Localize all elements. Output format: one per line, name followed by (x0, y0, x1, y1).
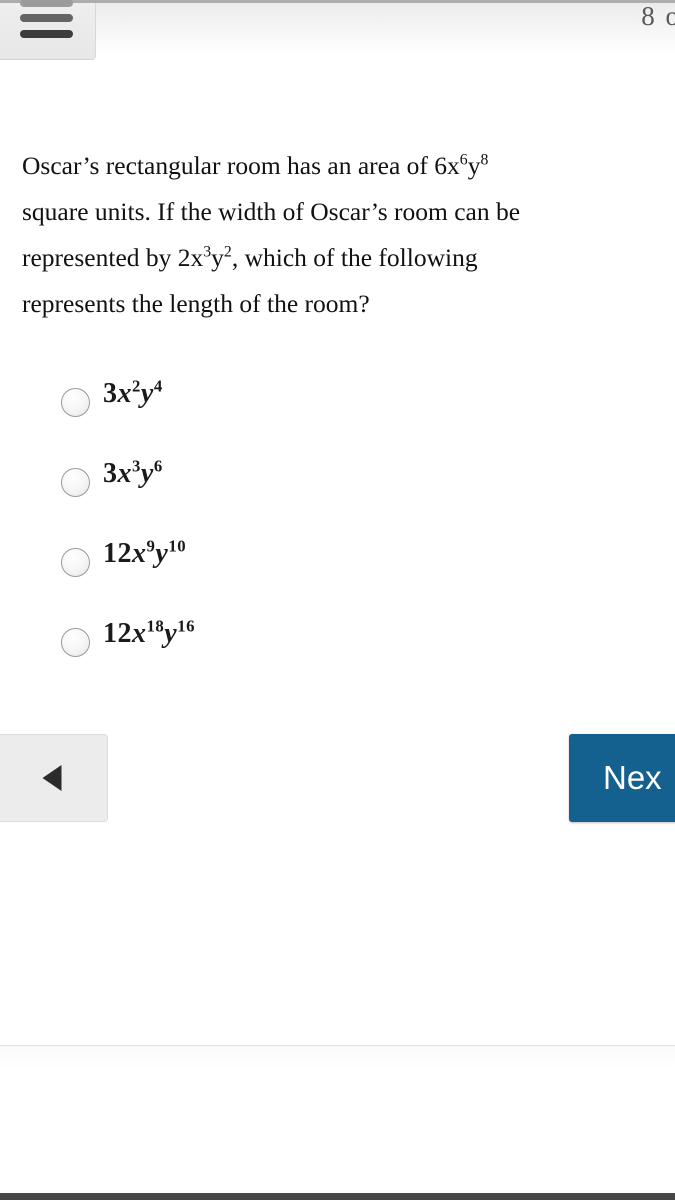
answer-d-base-1: x (132, 618, 147, 649)
question-line-1-pre: Oscar’s rectangular room has an area of … (22, 151, 460, 180)
answer-c-base-1: x (132, 538, 147, 569)
answer-option-b[interactable]: 3x3y6 (0, 454, 675, 534)
bottom-system-bar (0, 1193, 675, 1200)
answer-options-list: 3x2y4 3x3y6 12x9y10 12x18y16 (0, 374, 675, 694)
previous-question-button[interactable] (0, 734, 108, 822)
answer-b-exp-2: 6 (153, 456, 163, 476)
hamburger-bar-top (20, 0, 73, 7)
answer-c-exp-2: 10 (168, 536, 187, 556)
answer-label-a: 3x2y4 (103, 378, 163, 410)
next-button-label: Nex (603, 759, 662, 796)
question-line-3-post: , which of the following (231, 243, 478, 272)
answer-d-exp-1: 18 (146, 616, 165, 636)
quiz-screen: 8 o Oscar’s rectangular room has an area… (0, 0, 675, 1200)
answer-option-a[interactable]: 3x2y4 (0, 374, 675, 454)
answer-a-base-2: y (140, 378, 154, 409)
answer-d-base-2: y (164, 618, 178, 649)
answer-a-base-1: x (117, 378, 132, 409)
content-divider-band (0, 1046, 675, 1068)
question-line-1-mid: y (467, 151, 481, 180)
question-line-3-exp-2: 2 (223, 243, 232, 261)
answer-d-exp-2: 16 (177, 616, 195, 636)
radio-button-c[interactable] (61, 548, 90, 577)
question-counter: 8 o (641, 1, 675, 31)
question-line-4: represents the length of the room? (22, 289, 370, 318)
question-line-3-exp-1: 3 (203, 243, 212, 261)
question-line-1: Oscar’s rectangular room has an area of … (22, 143, 675, 189)
app-header: 8 o (0, 0, 675, 60)
answer-b-coefficient: 3 (103, 458, 118, 489)
question-line-3: represented by 2x3y2, which of the follo… (22, 235, 675, 281)
next-question-button[interactable]: Nex (569, 734, 675, 822)
radio-button-b[interactable] (61, 468, 90, 497)
answer-b-exp-1: 3 (132, 456, 141, 476)
radio-button-d[interactable] (61, 628, 90, 657)
answer-b-base-1: x (117, 458, 132, 489)
radio-button-a[interactable] (61, 388, 90, 417)
answer-c-base-2: y (155, 538, 169, 569)
question-line-3-mid: y (211, 243, 224, 272)
question-text: Oscar’s rectangular room has an area of … (22, 143, 675, 327)
hamburger-bar-bottom (20, 30, 73, 38)
hamburger-bar-middle (20, 14, 73, 22)
question-line-3-pre: represented by 2x (22, 243, 204, 272)
answer-option-d[interactable]: 12x18y16 (0, 614, 675, 694)
answer-label-c: 12x9y10 (103, 538, 186, 570)
answer-option-c[interactable]: 12x9y10 (0, 534, 675, 614)
question-line-1-exp-2: 8 (480, 151, 489, 169)
answer-label-b: 3x3y6 (103, 458, 163, 490)
question-line-2: square units. If the width of Oscar’s ro… (22, 197, 521, 226)
hamburger-menu-icon[interactable] (0, 0, 96, 60)
answer-d-coefficient: 12 (103, 618, 132, 649)
answer-b-base-2: y (140, 458, 154, 489)
answer-label-d: 12x18y16 (103, 618, 195, 650)
answer-c-coefficient: 12 (103, 538, 132, 569)
answer-a-coefficient: 3 (103, 378, 118, 409)
answer-a-exp-1: 2 (132, 376, 141, 396)
left-triangle-icon (42, 765, 62, 791)
answer-a-exp-2: 4 (153, 376, 163, 396)
question-line-1-exp-1: 6 (459, 151, 468, 169)
